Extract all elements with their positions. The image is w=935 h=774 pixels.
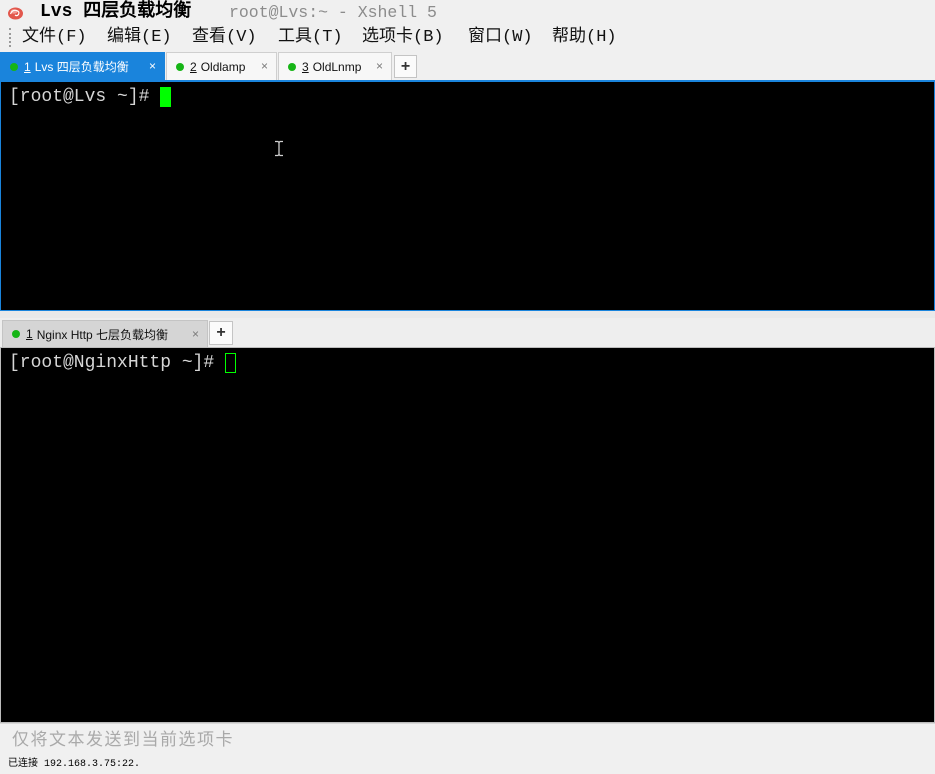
tab-close-icon[interactable]: × [376,53,383,80]
tab-label: Lvs 四层负载均衡 [34,60,129,74]
new-tab-button[interactable]: + [209,321,233,345]
top-tab-bar: 1 Lvs 四层负载均衡 × 2 Oldlamp × 3 OldLnmp × + [0,52,935,80]
tab-label: OldLnmp [312,59,362,74]
tab-oldlnmp[interactable]: 3 OldLnmp × [278,52,392,80]
connected-status-icon [176,62,184,71]
terminal-nginx-http[interactable]: [root@NginxHttp ~]# [0,347,935,723]
tab-number: 2 [190,59,197,74]
menu-view[interactable]: 查看(V) [192,25,257,50]
pane-splitter[interactable] [0,311,935,318]
connected-status-icon [288,62,296,71]
connection-status-text: 已连接 192.168.3.75:22. [8,759,141,770]
tab-label: Oldlamp [200,59,246,74]
mouse-ibeam-icon [274,140,284,157]
window-title: Lvs 四层负载均衡 [40,2,192,22]
menu-help[interactable]: 帮助(H) [552,25,617,50]
terminal-lvs[interactable]: [root@Lvs ~]# [0,80,935,311]
bottom-tab-bar: 1 Nginx Http 七层负载均衡 × + [0,318,935,347]
tab-nginx-http[interactable]: 1 Nginx Http 七层负载均衡 × [2,320,208,347]
tab-label: Nginx Http 七层负载均衡 [36,327,169,342]
window-subtitle: root@Lvs:~ - Xshell 5 [229,3,437,22]
menu-bar: 文件(F) 编辑(E) 查看(V) 工具(T) 选项卡(B) 窗口(W) 帮助(… [0,25,935,50]
new-tab-button[interactable]: + [394,55,417,78]
title-bar: Lvs 四层负载均衡 root@Lvs:~ - Xshell 5 [0,0,935,25]
terminal-prompt: [root@NginxHttp ~]# [9,353,215,373]
terminal-line: [root@Lvs ~]# [9,87,172,107]
tab-lvs[interactable]: 1 Lvs 四层负载均衡 × [0,52,165,80]
connected-status-icon [12,330,20,338]
tab-close-icon[interactable]: × [149,53,156,80]
tab-close-icon[interactable]: × [192,321,199,348]
compose-bar [0,723,935,755]
tab-number: 1 [26,327,33,341]
plus-icon: + [400,57,411,75]
xshell-app-icon[interactable] [7,4,24,21]
menu-tools[interactable]: 工具(T) [278,25,343,50]
terminal-cursor [160,87,172,107]
terminal-prompt: [root@Lvs ~]# [9,87,150,107]
terminal-line: [root@NginxHttp ~]# [9,353,237,373]
compose-input[interactable] [4,726,931,754]
top-session-pane: 1 Lvs 四层负载均衡 × 2 Oldlamp × 3 OldLnmp × +… [0,52,935,311]
plus-icon: + [216,324,226,341]
tab-close-icon[interactable]: × [261,53,268,80]
menu-edit[interactable]: 编辑(E) [107,25,172,50]
status-bar: 已连接 192.168.3.75:22. [0,756,935,774]
menu-window[interactable]: 窗口(W) [468,25,533,50]
menu-bar-grip[interactable] [9,28,11,47]
terminal-cursor [225,353,237,373]
tab-number: 3 [302,59,309,74]
tab-number: 1 [24,59,31,74]
bottom-session-pane: 1 Nginx Http 七层负载均衡 × + [root@NginxHttp … [0,318,935,723]
menu-file[interactable]: 文件(F) [22,25,87,50]
connected-status-icon [10,62,18,71]
menu-tabs[interactable]: 选项卡(B) [362,25,444,50]
tab-oldlamp[interactable]: 2 Oldlamp × [166,52,277,80]
